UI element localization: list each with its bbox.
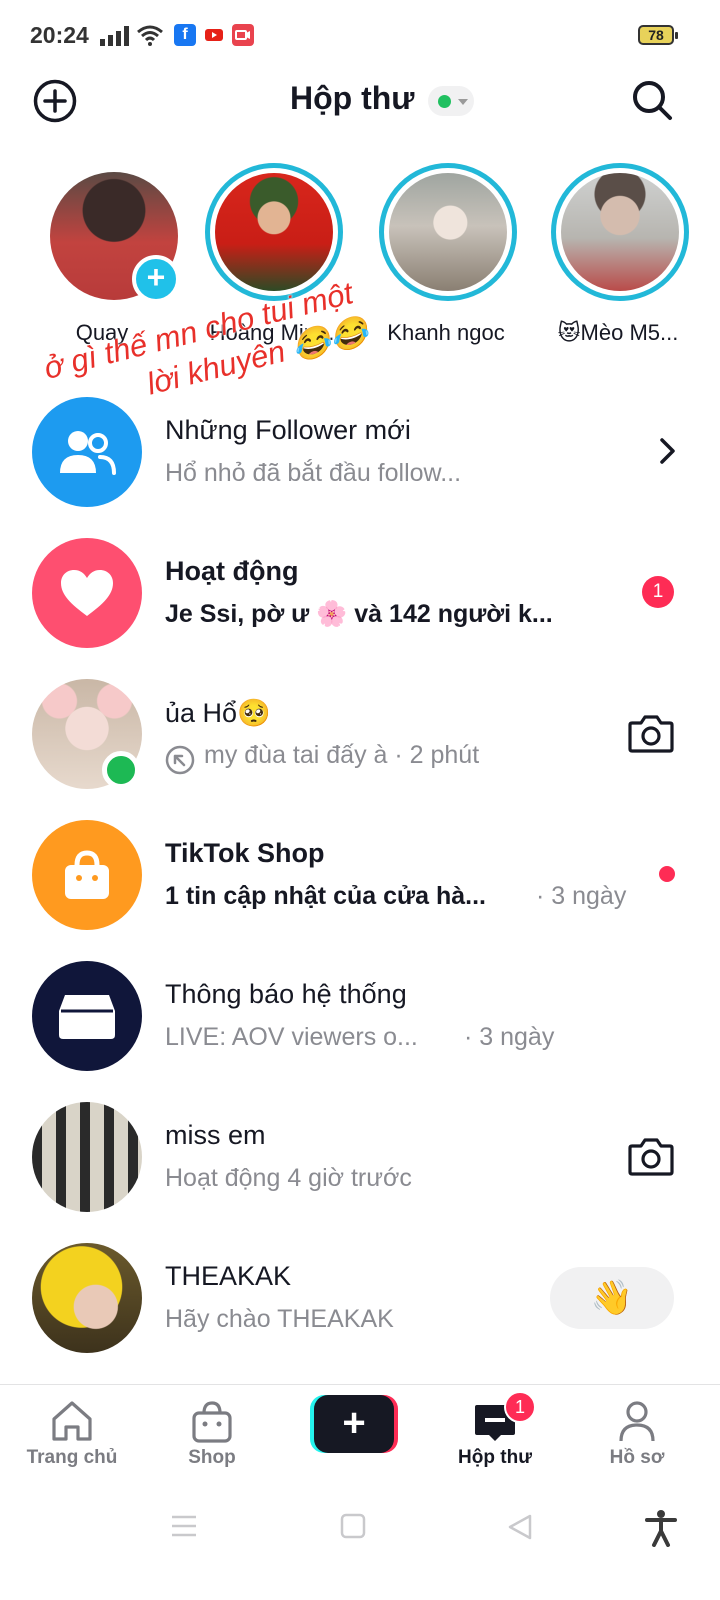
recorder-icon [232,24,254,46]
system-navigation-bar [0,1485,720,1600]
battery-indicator: 78 [638,25,678,45]
inbox-tab-badge: 1 [504,1391,536,1423]
row-time: · 3 ngày [464,1023,555,1051]
chevron-down-icon [458,99,468,105]
inbox-tray-icon [59,995,115,1039]
heart-icon [61,570,113,616]
tab-label: Trang chủ [26,1447,118,1468]
avatar [32,1243,142,1353]
wifi-icon [137,25,163,46]
row-subtitle: Hổ nhỏ đã bắt đầu follow... [165,459,462,487]
shopping-bag-icon [65,850,109,899]
tab-profile[interactable]: Hồ sơ [565,1385,709,1485]
signal-icon [100,26,129,46]
home-square-icon[interactable] [340,1513,366,1539]
list-item-chat[interactable]: miss em Hoạt động 4 giờ trước [0,1102,720,1222]
story-name: Khanh ngoc [387,320,505,345]
row-subtitle: my đùa tai đấy à · 2 phút [204,741,480,769]
tab-inbox[interactable]: Hộp thư [423,1385,567,1485]
status-bar: 20:24 f 78 [0,0,720,70]
row-subtitle: Hoạt động 4 giờ trước [165,1164,412,1192]
avatar [32,679,142,789]
avatar [32,1102,142,1212]
tab-label: Hộp thư [458,1447,532,1468]
row-subtitle: LIVE: AOV viewers o... [165,1023,418,1051]
home-icon [52,1401,92,1441]
row-subtitle: Je Ssi, pờ ư 🌸 và 142 người k... [165,600,553,628]
row-title: miss em [165,1120,266,1150]
row-title: Thông báo hệ thống [165,979,407,1009]
list-item-tiktok-shop[interactable]: TikTok Shop 1 tin cập nhật của cửa hà...… [0,820,720,940]
row-title: TikTok Shop [165,838,325,868]
story-item[interactable]: Khanh ngoc [356,160,536,360]
online-dot-icon [438,95,451,108]
unread-count-badge: 1 [642,576,674,608]
online-status-toggle[interactable] [428,86,474,116]
row-subtitle: 1 tin cập nhật của cửa hà... [165,882,486,910]
add-story-icon[interactable]: + [132,255,180,303]
tab-label: Hồ sơ [609,1447,665,1468]
bottom-tab-bar: Trang chủ Shop + Hộp thư 1 Hồ sơ [0,1385,720,1485]
row-time: · 3 ngày [536,882,627,910]
shop-bag-icon [192,1401,232,1443]
system-avatar [32,961,142,1071]
youtube-icon [203,24,225,46]
list-item-activity[interactable]: Hoạt động Je Ssi, pờ ư 🌸 và 142 người k.… [0,538,720,658]
camera-icon[interactable] [628,713,674,753]
row-title: Những Follower mới [165,415,411,445]
inbox-header: Hộp thư [0,70,720,130]
page-title: Hộp thư [290,80,415,116]
people-icon [60,431,116,475]
story-name: 😻Mèo M5... [557,320,679,345]
search-icon[interactable] [628,76,676,124]
list-item-system-notifications[interactable]: Thông báo hệ thống LIVE: AOV viewers o..… [0,961,720,1081]
row-title: ủa Hổ🥺 [165,698,271,728]
unread-dot [659,866,675,882]
row-title: Hoạt động [165,556,299,586]
online-status-dot [102,751,140,789]
story-avatar [379,163,517,301]
chevron-right-icon [660,438,675,464]
back-icon[interactable] [506,1513,534,1541]
tab-home[interactable]: Trang chủ [0,1385,144,1485]
reply-arrow-icon [165,745,195,775]
tab-label: Shop [188,1447,236,1468]
shop-avatar [32,820,142,930]
accessibility-icon[interactable] [644,1509,678,1547]
tab-shop[interactable]: Shop [140,1385,284,1485]
activity-avatar [32,538,142,648]
create-button[interactable]: + [310,1395,398,1453]
list-item-chat[interactable]: ủa Hổ🥺 my đùa tai đấy à · 2 phút [0,679,720,799]
plus-icon: + [314,1395,394,1453]
camera-icon[interactable] [628,1136,674,1176]
story-item[interactable]: 😻Mèo M5... [528,160,708,360]
facebook-icon: f [174,24,196,46]
menu-icon[interactable] [170,1513,198,1539]
profile-icon [619,1401,655,1442]
wave-hello-button[interactable]: 👋 [550,1267,674,1329]
list-item-chat[interactable]: THEAKAK Hãy chào THEAKAK 👋 [0,1243,720,1363]
row-subtitle: Hãy chào THEAKAK [165,1305,394,1333]
row-title: THEAKAK [165,1261,292,1291]
story-avatar [551,163,689,301]
status-time: 20:24 [30,22,89,48]
add-circle-icon[interactable] [32,78,78,124]
